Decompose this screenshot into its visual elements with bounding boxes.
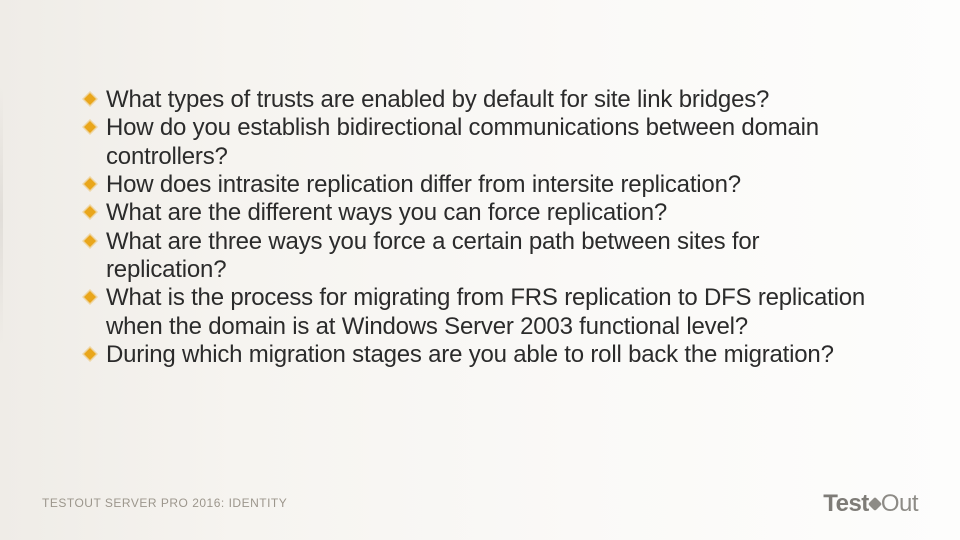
slide: What types of trusts are enabled by defa… [0, 0, 960, 540]
list-item: What is the process for migrating from F… [82, 284, 880, 341]
bullet-list: What types of trusts are enabled by defa… [82, 86, 880, 369]
bullet-text: What are three ways you force a certain … [106, 228, 759, 283]
bullet-text: How do you establish bidirectional commu… [106, 114, 819, 169]
list-item: During which migration stages are you ab… [82, 341, 880, 369]
list-item: What are the different ways you can forc… [82, 199, 880, 227]
diamond-bullet-icon [82, 176, 98, 192]
list-item: How do you establish bidirectional commu… [82, 114, 880, 171]
diamond-bullet-icon [82, 346, 98, 362]
diamond-bullet-icon [82, 289, 98, 305]
list-item: What are three ways you force a certain … [82, 228, 880, 285]
left-accent-strip [0, 86, 3, 346]
footer-course-title: TESTOUT SERVER PRO 2016: IDENTITY [42, 496, 287, 510]
list-item: How does intrasite replication differ fr… [82, 171, 880, 199]
bullet-text: How does intrasite replication differ fr… [106, 171, 741, 198]
bullet-text: What are the different ways you can forc… [106, 199, 667, 226]
bullet-text: What types of trusts are enabled by defa… [106, 86, 769, 113]
brand-logo-bold: Test [823, 490, 869, 517]
diamond-bullet-icon [82, 119, 98, 135]
list-item: What types of trusts are enabled by defa… [82, 86, 880, 114]
diamond-bullet-icon [82, 233, 98, 249]
diamond-bullet-icon [82, 204, 98, 220]
bullet-text: What is the process for migrating from F… [106, 284, 865, 339]
diamond-bullet-icon [82, 91, 98, 107]
bullet-text: During which migration stages are you ab… [106, 341, 834, 368]
brand-logo-light: Out [881, 490, 918, 517]
brand-logo-dot-icon [868, 497, 882, 511]
brand-logo: Test Out [823, 490, 918, 518]
